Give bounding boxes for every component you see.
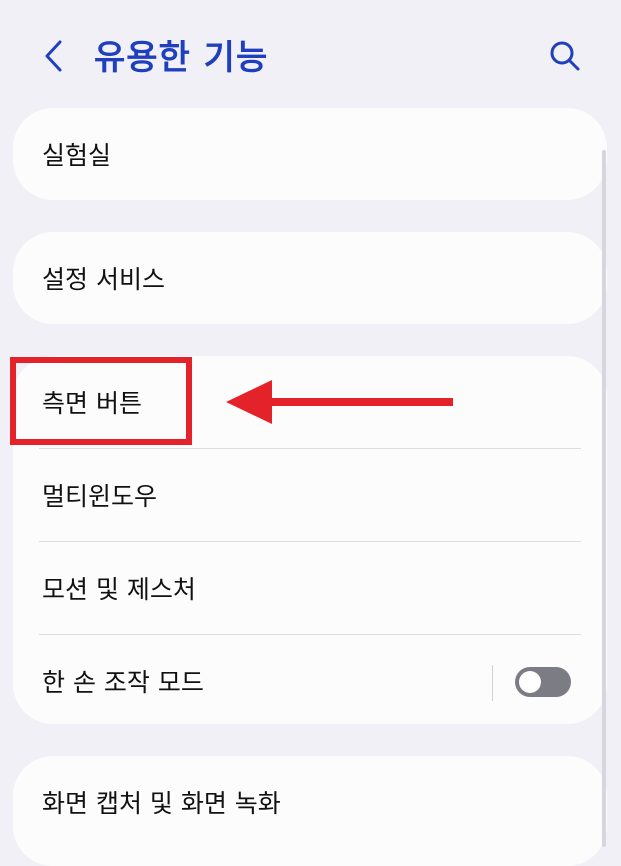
menu-item-label: 멀티윈도우 <box>42 482 158 511</box>
back-button[interactable] <box>36 34 76 78</box>
page-title: 유용한 기능 <box>94 38 269 78</box>
setup-card: 설정 서비스 <box>13 232 607 324</box>
menu-item-one-handed-mode[interactable]: 한 손 조작 모드 <box>13 635 607 727</box>
menu-item-label: 한 손 조작 모드 <box>42 668 204 697</box>
scrollbar[interactable] <box>602 150 606 847</box>
annotation-arrow-icon <box>226 380 453 424</box>
menu-item-multi-window[interactable]: 멀티윈도우 <box>13 449 607 541</box>
menu-item-label: 실험실 <box>42 141 112 170</box>
one-handed-mode-toggle[interactable] <box>515 667 571 697</box>
menu-item-lab[interactable]: 실험실 <box>13 108 607 200</box>
search-icon <box>550 41 580 71</box>
menu-item-motions-gestures[interactable]: 모션 및 제스처 <box>13 542 607 634</box>
menu-item-screenshots-recording[interactable]: 화면 캡처 및 화면 녹화 <box>13 756 607 848</box>
toggle-divider <box>492 665 493 701</box>
toggle-knob <box>519 671 541 693</box>
menu-item-setup-services[interactable]: 설정 서비스 <box>13 232 607 324</box>
lab-card: 실험실 <box>13 108 607 200</box>
search-button[interactable] <box>545 36 585 76</box>
menu-item-label: 모션 및 제스처 <box>42 575 196 604</box>
app-header: 유용한 기능 <box>0 0 621 108</box>
menu-item-label: 설정 서비스 <box>42 265 165 294</box>
chevron-left-icon <box>45 40 62 72</box>
annotation-highlight-box <box>10 357 192 445</box>
capture-card: 화면 캡처 및 화면 녹화 <box>13 756 607 866</box>
menu-item-label: 화면 캡처 및 화면 녹화 <box>42 789 281 818</box>
